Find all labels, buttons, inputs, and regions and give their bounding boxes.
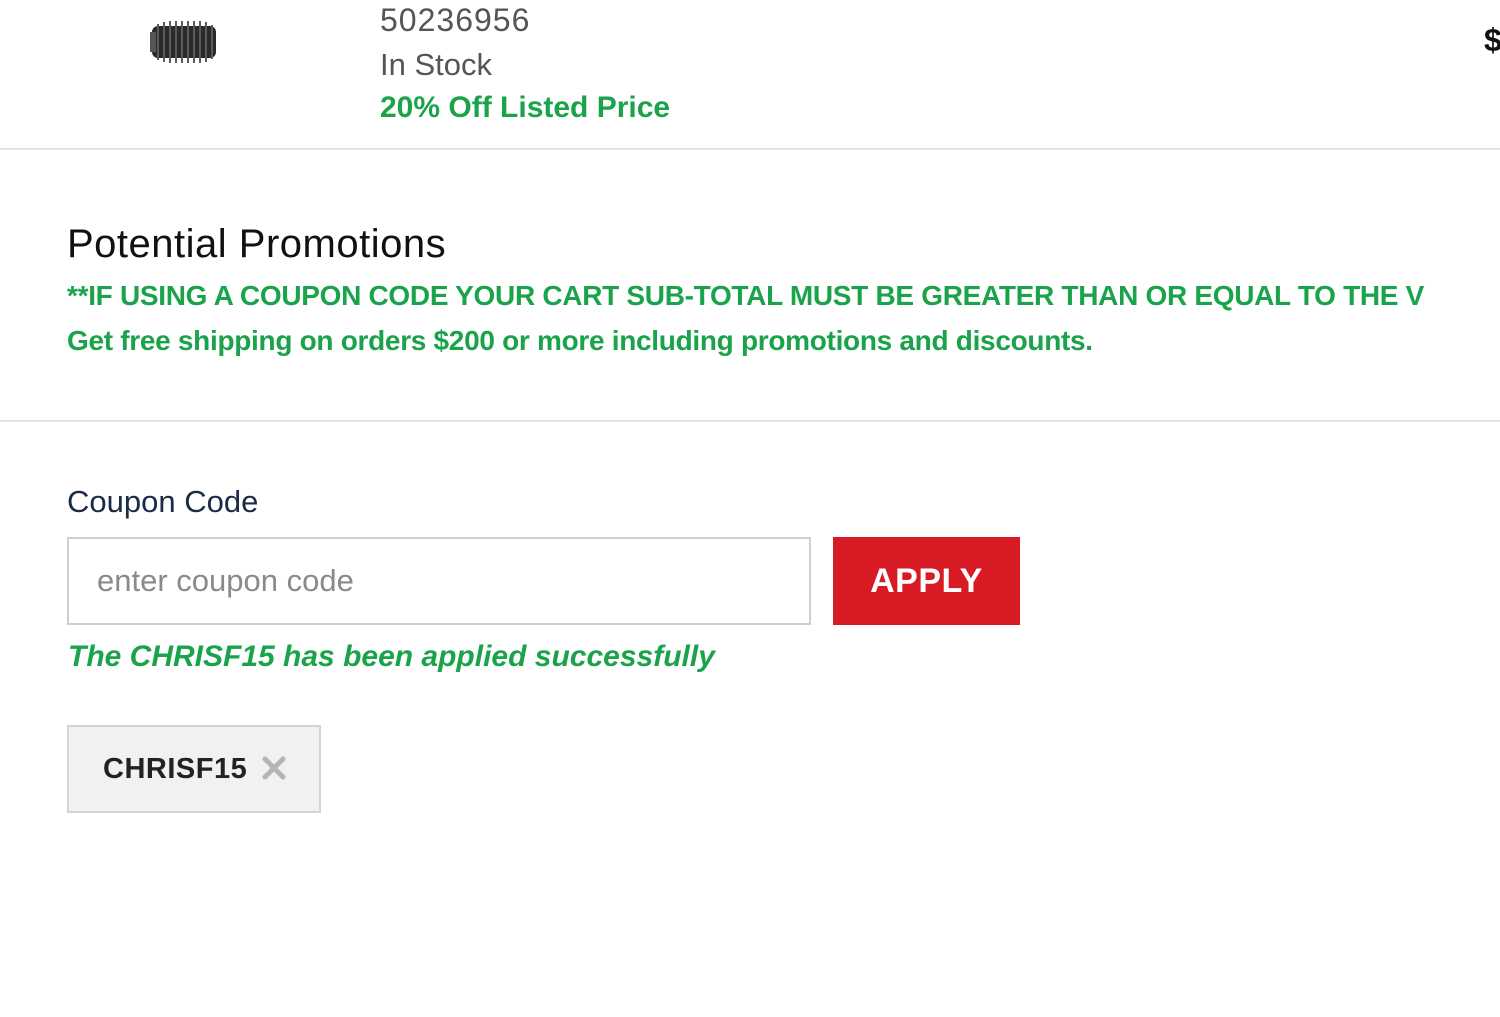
promotion-line: Get free shipping on orders $200 or more… — [67, 325, 1093, 356]
product-sku: 50236956 — [380, 2, 531, 38]
spring-part-icon — [150, 21, 216, 63]
coupon-success-message: The CHRISF15 has been applied successful… — [68, 640, 715, 673]
apply-coupon-button[interactable]: APPLY — [833, 537, 1020, 625]
stock-status: In Stock — [380, 47, 492, 82]
promotion-line: **IF USING A COUPON CODE YOUR CART SUB-T… — [67, 280, 1425, 311]
cart-page: 50236956 In Stock 20% Off Listed Price $… — [0, 0, 1500, 1017]
applied-coupon-chip: CHRISF15 — [67, 725, 321, 813]
applied-coupon-code: CHRISF15 — [103, 753, 248, 785]
coupon-code-label: Coupon Code — [67, 484, 259, 519]
promotions-section: Potential Promotions **IF USING A COUPON… — [0, 150, 1500, 422]
cart-line-item: 50236956 In Stock 20% Off Listed Price $ — [0, 0, 1500, 150]
discount-label: 20% Off Listed Price — [380, 91, 671, 124]
promotions-title: Potential Promotions — [67, 222, 447, 266]
coupon-code-input[interactable] — [67, 537, 811, 625]
close-icon[interactable] — [259, 753, 289, 783]
product-price: $ — [1484, 22, 1500, 58]
